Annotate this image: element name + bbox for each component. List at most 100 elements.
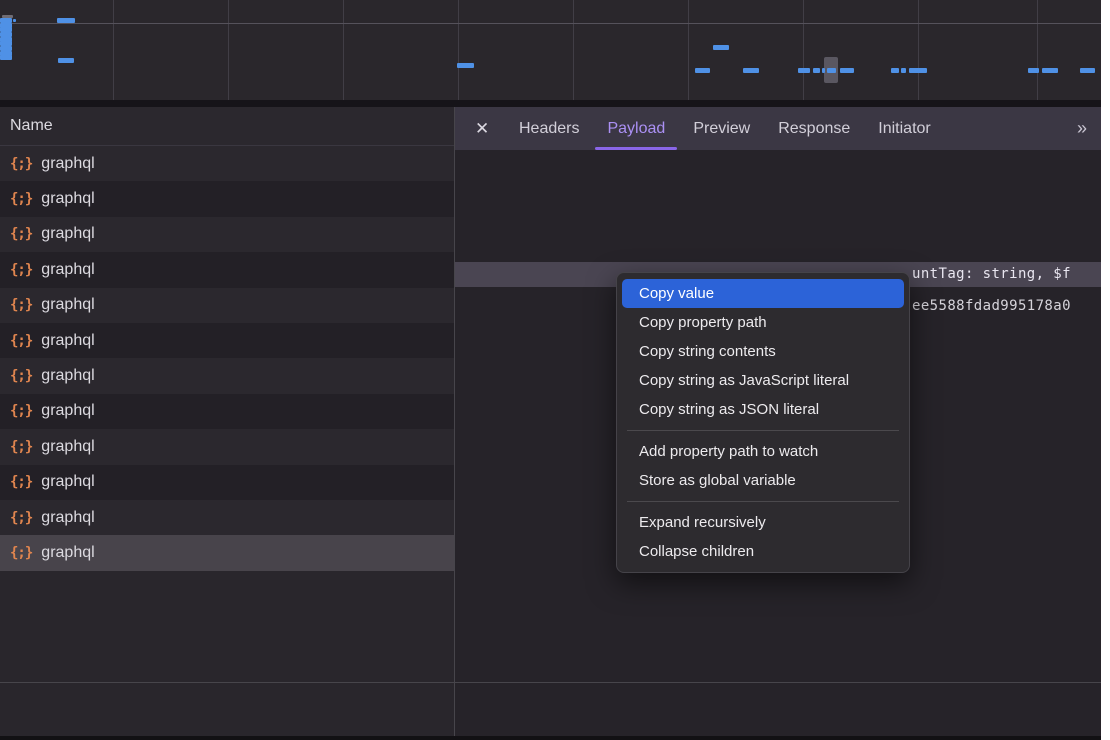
request-row[interactable]: {;} graphql: [0, 429, 454, 464]
waterfall-bar[interactable]: [827, 68, 836, 73]
waterfall-bar[interactable]: [1042, 68, 1058, 73]
waterfall-bar[interactable]: [813, 68, 820, 73]
json-braces-icon: {;}: [10, 156, 32, 172]
request-row[interactable]: {;} graphql: [0, 465, 454, 500]
waterfall-bar[interactable]: [822, 68, 825, 73]
request-name-label: graphql: [41, 225, 94, 243]
menu-separator: [627, 501, 899, 502]
request-row[interactable]: {;} graphql: [0, 288, 454, 323]
overview-gridline: [343, 0, 344, 100]
payload-section-header: ▼Request Payloadview source: [455, 166, 1101, 190]
overview-gridline: [228, 0, 229, 100]
json-braces-icon: {;}: [10, 297, 32, 313]
json-braces-icon: {;}: [10, 333, 32, 349]
menu-item-add-property-path-to-watch[interactable]: Add property path to watch: [617, 437, 909, 466]
json-braces-icon: {;}: [10, 368, 32, 384]
property-value-continuation: untTag: string, $f: [912, 262, 1071, 287]
operationname-property-row[interactable]: operationName: "ipFlowTimeseries": [455, 236, 1101, 260]
waterfall-bar[interactable]: [457, 63, 474, 68]
detail-tabbar: ✕ HeadersPayloadPreviewResponseInitiator…: [455, 107, 1101, 150]
overview-gridline: [803, 0, 804, 100]
menu-item-store-as-global-variable[interactable]: Store as global variable: [617, 466, 909, 495]
waterfall-bar[interactable]: [891, 68, 899, 73]
waterfall-bar[interactable]: [798, 68, 810, 73]
waterfall-bar[interactable]: [909, 68, 927, 73]
waterfall-bar[interactable]: [713, 45, 729, 50]
menu-item-copy-value[interactable]: Copy value: [622, 279, 904, 308]
tab-payload[interactable]: Payload: [593, 107, 679, 150]
menu-item-collapse-children[interactable]: Collapse children: [617, 537, 909, 566]
json-braces-icon: {;}: [10, 191, 32, 207]
request-row[interactable]: {;} graphql: [0, 252, 454, 287]
waterfall-bar[interactable]: [840, 68, 854, 73]
detail-tabs: HeadersPayloadPreviewResponseInitiator: [505, 107, 945, 150]
json-braces-icon: {;}: [10, 226, 32, 242]
request-name-label: graphql: [41, 261, 94, 279]
window-bottom-edge: [0, 736, 1101, 740]
json-braces-icon: {;}: [10, 439, 32, 455]
waterfall-bar[interactable]: [1080, 68, 1095, 73]
tab-preview[interactable]: Preview: [679, 107, 764, 150]
tab-headers[interactable]: Headers: [505, 107, 593, 150]
menu-separator: [627, 430, 899, 431]
waterfall-bar[interactable]: [695, 68, 710, 73]
request-row[interactable]: {;} graphql: [0, 181, 454, 216]
overview-gridline: [573, 0, 574, 100]
overview-gridline: [113, 0, 114, 100]
waterfall-bar[interactable]: [0, 55, 12, 60]
name-column-header[interactable]: Name: [0, 107, 454, 146]
menu-item-copy-string-as-javascript-literal[interactable]: Copy string as JavaScript literal: [617, 366, 909, 395]
payload-root-row[interactable]: ▼ {operationName: "ipFlowTimeseries", va…: [455, 205, 1101, 229]
waterfall-bar[interactable]: [58, 58, 74, 63]
request-name-label: graphql: [41, 367, 94, 385]
request-name-label: graphql: [41, 402, 94, 420]
overview-horizontal-gridline: [0, 23, 1101, 24]
request-row[interactable]: {;} graphql: [0, 146, 454, 181]
request-name-label: graphql: [41, 155, 94, 173]
json-braces-icon: {;}: [10, 474, 32, 490]
network-overview-timeline[interactable]: [0, 0, 1101, 100]
menu-item-copy-property-path[interactable]: Copy property path: [617, 308, 909, 337]
waterfall-bar[interactable]: [13, 19, 16, 22]
devtools-screenshot: Name {;}graphql{;}graphql{;}graphql{;}gr…: [0, 0, 1110, 740]
request-rows: {;} graphql {;} graphql {;} graphql {;} graphql…: [0, 146, 454, 571]
menu-item-copy-string-contents[interactable]: Copy string contents: [617, 337, 909, 366]
context-menu: Copy valueCopy property pathCopy string …: [616, 272, 910, 573]
waterfall-bar[interactable]: [901, 68, 906, 73]
tab-response[interactable]: Response: [764, 107, 864, 150]
close-icon[interactable]: ✕: [475, 119, 492, 139]
request-name-label: graphql: [41, 190, 94, 208]
request-name-label: graphql: [41, 509, 94, 527]
request-name-label: graphql: [41, 473, 94, 491]
footer-divider: [0, 682, 1101, 683]
requests-list-panel: Name {;}graphql{;}graphql{;}graphql{;}gr…: [0, 107, 455, 736]
json-braces-icon: {;}: [10, 262, 32, 278]
request-row[interactable]: {;} graphql: [0, 500, 454, 535]
overview-gridline: [688, 0, 689, 100]
request-row[interactable]: {;}graphql: [0, 323, 454, 358]
request-row[interactable]: {;} graphql: [0, 535, 454, 570]
json-braces-icon: {;}: [10, 545, 32, 561]
devtools-network-panel: Name {;}graphql{;}graphql{;}graphql{;}gr…: [0, 0, 1101, 740]
overview-gridline: [918, 0, 919, 100]
request-row[interactable]: {;} graphql: [0, 394, 454, 429]
waterfall-bar[interactable]: [1028, 68, 1039, 73]
waterfall-bar[interactable]: [57, 18, 75, 23]
name-column-label: Name: [10, 117, 53, 134]
variables-preview-continuation: ee5588fdad995178a0: [912, 294, 1071, 318]
overview-gridline: [1037, 0, 1038, 100]
json-braces-icon: {;}: [10, 510, 32, 526]
more-tabs-icon[interactable]: »: [1077, 118, 1085, 139]
request-name-label: graphql: [41, 296, 94, 314]
request-name-label: graphql: [41, 544, 94, 562]
menu-item-copy-string-as-json-literal[interactable]: Copy string as JSON literal: [617, 395, 909, 424]
request-name-label: graphql: [41, 438, 94, 456]
waterfall-bar[interactable]: [743, 68, 759, 73]
overview-divider: [0, 100, 1101, 107]
request-row[interactable]: {;} graphql: [0, 358, 454, 393]
tab-initiator[interactable]: Initiator: [864, 107, 944, 150]
request-row[interactable]: {;} graphql: [0, 217, 454, 252]
json-braces-icon: {;}: [10, 403, 32, 419]
overview-gridline: [458, 0, 459, 100]
menu-item-expand-recursively[interactable]: Expand recursively: [617, 508, 909, 537]
